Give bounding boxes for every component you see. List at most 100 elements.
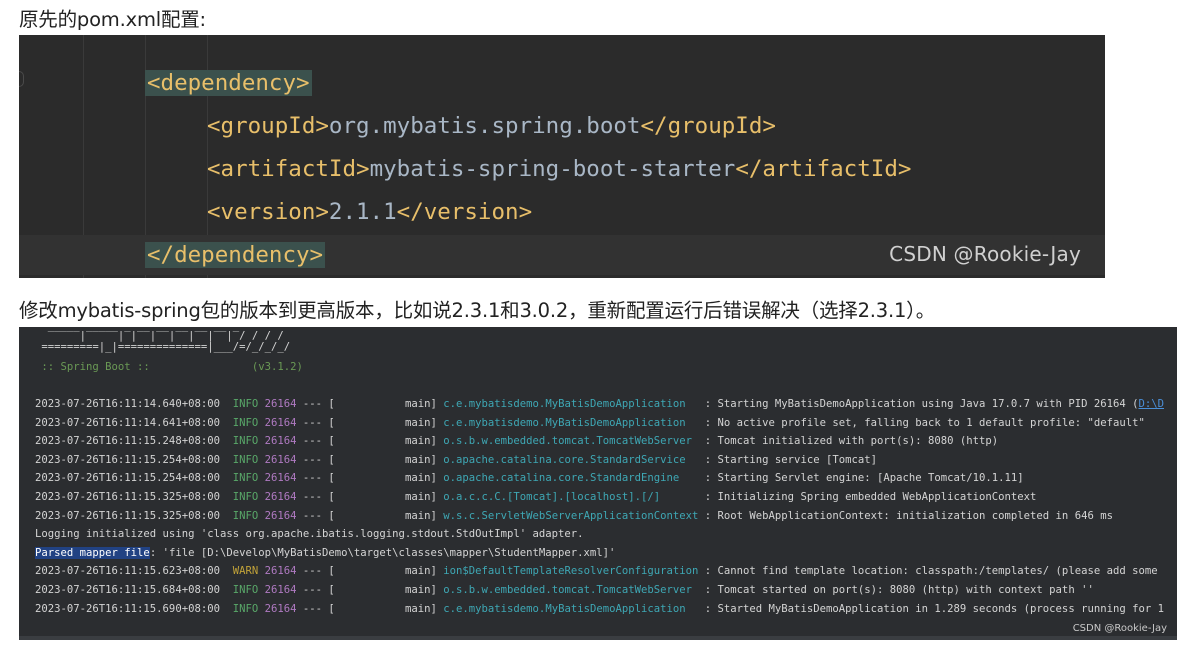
log-logger: o.apache.catalina.core.StandardService [443, 453, 699, 466]
log-separator: --- [ [302, 584, 335, 596]
watermark: CSDN @Rookie-Jay [889, 242, 1081, 266]
log-logger: o.s.b.w.embedded.tomcat.TomcatWebServer [443, 435, 699, 448]
log-timestamp: 2023-07-26T16:11:15.254+08:00 [35, 472, 220, 485]
log-pid: 26164 [264, 565, 297, 578]
log-level: INFO [232, 435, 259, 448]
log-thread: main] [334, 416, 437, 429]
log-thread: main] [334, 472, 437, 485]
code-line-version: <version>2.1.1</version> [19, 192, 1105, 232]
xml-text: org.mybatis.spring.boot [328, 113, 641, 139]
log-level: INFO [232, 453, 259, 466]
log-separator: --- [ [302, 509, 335, 522]
log-thread: main] [334, 453, 437, 466]
spring-boot-version-line: :: Spring Boot :: (v3.1.2) [35, 361, 303, 373]
log-pid: 26164 [264, 584, 297, 596]
log-separator: --- [ [302, 416, 335, 429]
log-line: 2023-07-26T16:11:15.254+08:00 INFO 26164… [35, 451, 877, 469]
log-separator: --- [ [302, 435, 335, 448]
log-line: 2023-07-26T16:11:15.690+08:00 INFO 26164… [35, 600, 1164, 618]
log-thread: main] [334, 584, 437, 596]
log-line: 2023-07-26T16:11:15.684+08:00 INFO 26164… [35, 581, 1094, 599]
code-screenshot-pom-xml: <dependency> <groupId>org.mybatis.spring… [19, 35, 1105, 278]
log-pid: 26164 [264, 491, 297, 503]
log-thread: main] [334, 602, 437, 615]
log-separator: --- [ [302, 453, 335, 466]
log-message: Logging initialized using 'class org.apa… [35, 528, 584, 541]
log-message: : No active profile set, falling back to… [698, 416, 1145, 429]
code-line-groupid: <groupId>org.mybatis.spring.boot</groupI… [19, 106, 1105, 146]
log-thread: main] [334, 491, 437, 503]
log-timestamp: 2023-07-26T16:11:15.248+08:00 [35, 435, 220, 448]
log-level: INFO [232, 509, 259, 522]
log-logger: w.s.c.ServletWebServerApplicationContext [443, 509, 699, 522]
log-logger: c.e.mybatisdemo.MyBatisDemoApplication [443, 602, 699, 615]
log-line: 2023-07-26T16:11:15.248+08:00 INFO 26164… [35, 432, 998, 450]
console-screenshot-spring-boot-log: ‾‾‾‾‾|‾‾‾‾‾|‾|‾‾|‾‾|‾‾|‾‾|‾‾|‾/ / / / ==… [19, 327, 1177, 640]
watermark: CSDN @Rookie-Jay [1072, 623, 1167, 634]
caption-original-pom: 原先的pom.xml配置: [19, 8, 206, 31]
log-pid: 26164 [264, 602, 297, 615]
log-timestamp: 2023-07-26T16:11:14.640+08:00 [35, 398, 220, 410]
xml-text: 2.1.1 [328, 199, 397, 225]
caption-fix-description: 修改mybatis-spring包的版本到更高版本，比如说2.3.1和3.0.2… [19, 299, 936, 322]
log-logger: c.e.mybatisdemo.MyBatisDemoApplication [443, 416, 699, 429]
log-message: : Starting service [Tomcat] [698, 453, 877, 466]
log-line: 2023-07-26T16:11:14.640+08:00 INFO 26164… [35, 395, 1164, 413]
log-message: : Root WebApplicationContext: initializa… [698, 509, 1113, 522]
log-pid: 26164 [264, 509, 297, 522]
log-message: : Cannot find template location: classpa… [698, 565, 1158, 578]
log-logger: ion$DefaultTemplateResolverConfiguration [443, 565, 699, 578]
xml-tag: <artifactId> [207, 156, 370, 182]
log-message: : 'file [D:\Develop\MyBatisDemo\target\c… [149, 546, 616, 559]
log-line: 2023-07-26T16:11:15.254+08:00 INFO 26164… [35, 469, 1024, 487]
xml-tag: </artifactId> [735, 156, 912, 182]
log-line: Parsed mapper file: 'file [D:\Develop\My… [35, 544, 615, 562]
xml-tag: </dependency> [145, 242, 326, 268]
log-timestamp: 2023-07-26T16:11:15.684+08:00 [35, 584, 220, 596]
log-separator: --- [ [302, 602, 335, 615]
log-pid: 26164 [264, 453, 297, 466]
code-line-artifactid: <artifactId>mybatis-spring-boot-starter<… [19, 149, 1105, 189]
log-message: : Starting MyBatisDemoApplication using … [698, 398, 1139, 410]
log-pid: 26164 [264, 398, 297, 410]
log-line: 2023-07-26T16:11:15.623+08:00 WARN 26164… [35, 562, 1158, 580]
xml-tag: <dependency> [145, 70, 312, 96]
horizontal-scrollbar[interactable] [19, 636, 1177, 640]
log-thread: main] [334, 398, 437, 410]
log-timestamp: 2023-07-26T16:11:14.641+08:00 [35, 416, 220, 429]
log-timestamp: 2023-07-26T16:11:15.325+08:00 [35, 491, 220, 503]
log-timestamp: 2023-07-26T16:11:15.623+08:00 [35, 565, 220, 578]
log-pid: 26164 [264, 435, 297, 448]
log-line: 2023-07-26T16:11:15.325+08:00 INFO 26164… [35, 507, 1113, 525]
code-line-dependency-open: <dependency> [19, 63, 1105, 103]
log-separator: --- [ [302, 472, 335, 485]
log-separator: --- [ [302, 491, 335, 503]
log-message: : Tomcat started on port(s): 8080 (http)… [698, 584, 1094, 596]
selected-text: Parsed mapper file [35, 546, 150, 559]
log-message: : Initializing Spring embedded WebApplic… [698, 491, 1037, 503]
log-pid: 26164 [264, 416, 297, 429]
log-message: : Started MyBatisDemoApplication in 1.28… [698, 602, 1164, 615]
log-thread: main] [334, 509, 437, 522]
log-level: INFO [232, 398, 259, 410]
xml-text: mybatis-spring-boot-starter [369, 156, 736, 182]
log-level: INFO [232, 602, 259, 615]
log-level: INFO [232, 584, 259, 596]
xml-tag: <version> [207, 199, 329, 225]
log-logger: o.apache.catalina.core.StandardEngine [443, 472, 699, 485]
log-separator: --- [ [302, 565, 335, 578]
log-separator: --- [ [302, 398, 335, 410]
log-message: : Tomcat initialized with port(s): 8080 … [698, 435, 999, 448]
log-logger: c.e.mybatisdemo.MyBatisDemoApplication [443, 398, 699, 410]
xml-tag: </groupId> [640, 113, 776, 139]
log-level: WARN [232, 565, 259, 578]
log-level: INFO [232, 491, 259, 503]
log-link[interactable]: D:\D [1138, 398, 1164, 410]
log-pid: 26164 [264, 472, 297, 485]
log-timestamp: 2023-07-26T16:11:15.690+08:00 [35, 602, 220, 615]
log-level: INFO [232, 472, 259, 485]
log-timestamp: 2023-07-26T16:11:15.254+08:00 [35, 453, 220, 466]
xml-tag: <groupId> [207, 113, 329, 139]
log-logger: o.a.c.c.C.[Tomcat].[localhost].[/] [443, 491, 699, 503]
log-timestamp: 2023-07-26T16:11:15.325+08:00 [35, 509, 220, 522]
